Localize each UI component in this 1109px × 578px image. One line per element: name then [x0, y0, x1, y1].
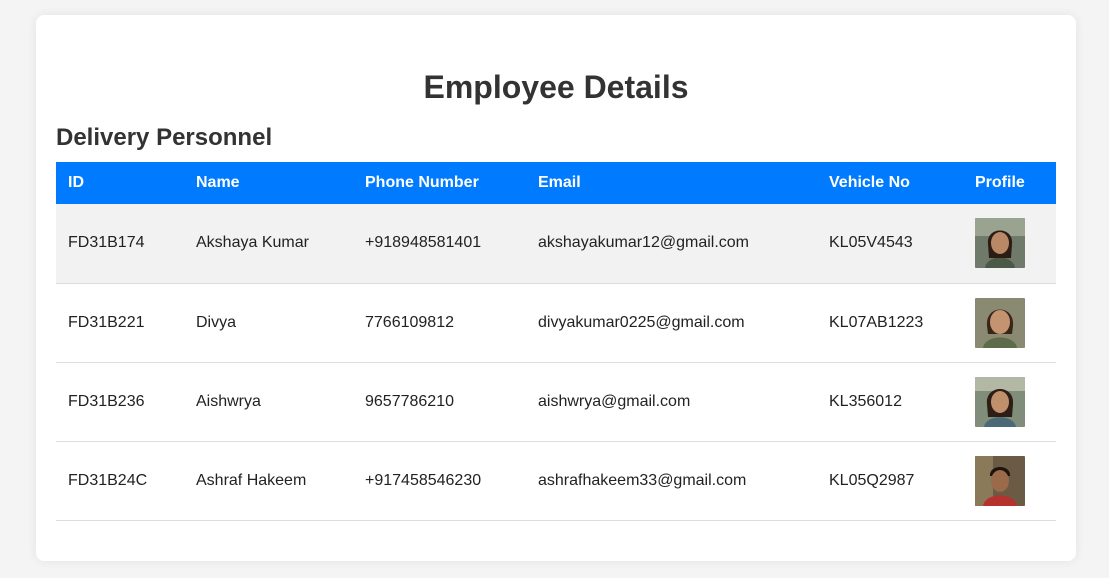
cell-profile — [963, 362, 1056, 441]
column-header-id: ID — [68, 174, 84, 191]
cell-phone: 9657786210 — [365, 392, 454, 410]
cell-name: Ashraf Hakeem — [196, 471, 307, 489]
cell-name: Divya — [196, 313, 237, 331]
cell-name: Aishwrya — [196, 392, 261, 410]
avatar-icon — [975, 297, 1025, 348]
column-header-phone: Phone Number — [365, 174, 479, 191]
section-title: Delivery Personnel — [56, 124, 273, 151]
cell-vehicle: KL07AB1223 — [829, 313, 924, 331]
cell-email: ashrafhakeem33@gmail.com — [538, 471, 747, 489]
cell-id: FD31B221 — [68, 313, 145, 331]
page-title: Employee Details — [423, 69, 689, 105]
cell-profile — [963, 283, 1056, 362]
employee-details-card: Employee Details Delivery Personnel ID N… — [36, 15, 1076, 561]
cell-phone: +918948581401 — [365, 234, 482, 252]
table-row: FD31B24C Ashraf Hakeem +917458546230 ash… — [56, 441, 1056, 520]
cell-vehicle: KL05Q2987 — [829, 471, 915, 489]
delivery-personnel-table: ID Name Phone Number Email Vehicle No Pr… — [56, 162, 1056, 521]
table-row: FD31B174 Akshaya Kumar +918948581401 aks… — [56, 204, 1056, 283]
cell-vehicle: KL356012 — [829, 392, 902, 410]
cell-vehicle: KL05V4543 — [829, 234, 913, 252]
cell-phone: +917458546230 — [365, 471, 482, 489]
avatar-icon — [975, 455, 1025, 506]
table-row: FD31B221 Divya 7766109812 divyakumar0225… — [56, 283, 1056, 362]
cell-id: FD31B174 — [68, 234, 145, 252]
cell-email: aishwrya@gmail.com — [538, 392, 691, 410]
column-header-name: Name — [196, 174, 240, 191]
table-header: ID Name Phone Number Email Vehicle No Pr… — [56, 162, 1056, 204]
avatar-icon — [975, 376, 1025, 427]
cell-id: FD31B24C — [68, 471, 148, 489]
column-header-profile: Profile — [975, 174, 1025, 191]
cell-email: divyakumar0225@gmail.com — [538, 313, 745, 331]
cell-phone: 7766109812 — [365, 313, 454, 331]
cell-profile — [963, 441, 1056, 520]
table-body: FD31B174 Akshaya Kumar +918948581401 aks… — [56, 204, 1056, 520]
cell-name: Akshaya Kumar — [196, 234, 309, 252]
avatar-icon — [975, 218, 1025, 269]
cell-email: akshayakumar12@gmail.com — [538, 234, 749, 252]
cell-profile — [963, 204, 1056, 283]
column-header-vehicle: Vehicle No — [829, 174, 910, 191]
cell-id: FD31B236 — [68, 392, 145, 410]
column-header-email: Email — [538, 174, 581, 191]
table-row: FD31B236 Aishwrya 9657786210 aishwrya@gm… — [56, 362, 1056, 441]
table-header-row: ID Name Phone Number Email Vehicle No Pr… — [56, 162, 1056, 204]
